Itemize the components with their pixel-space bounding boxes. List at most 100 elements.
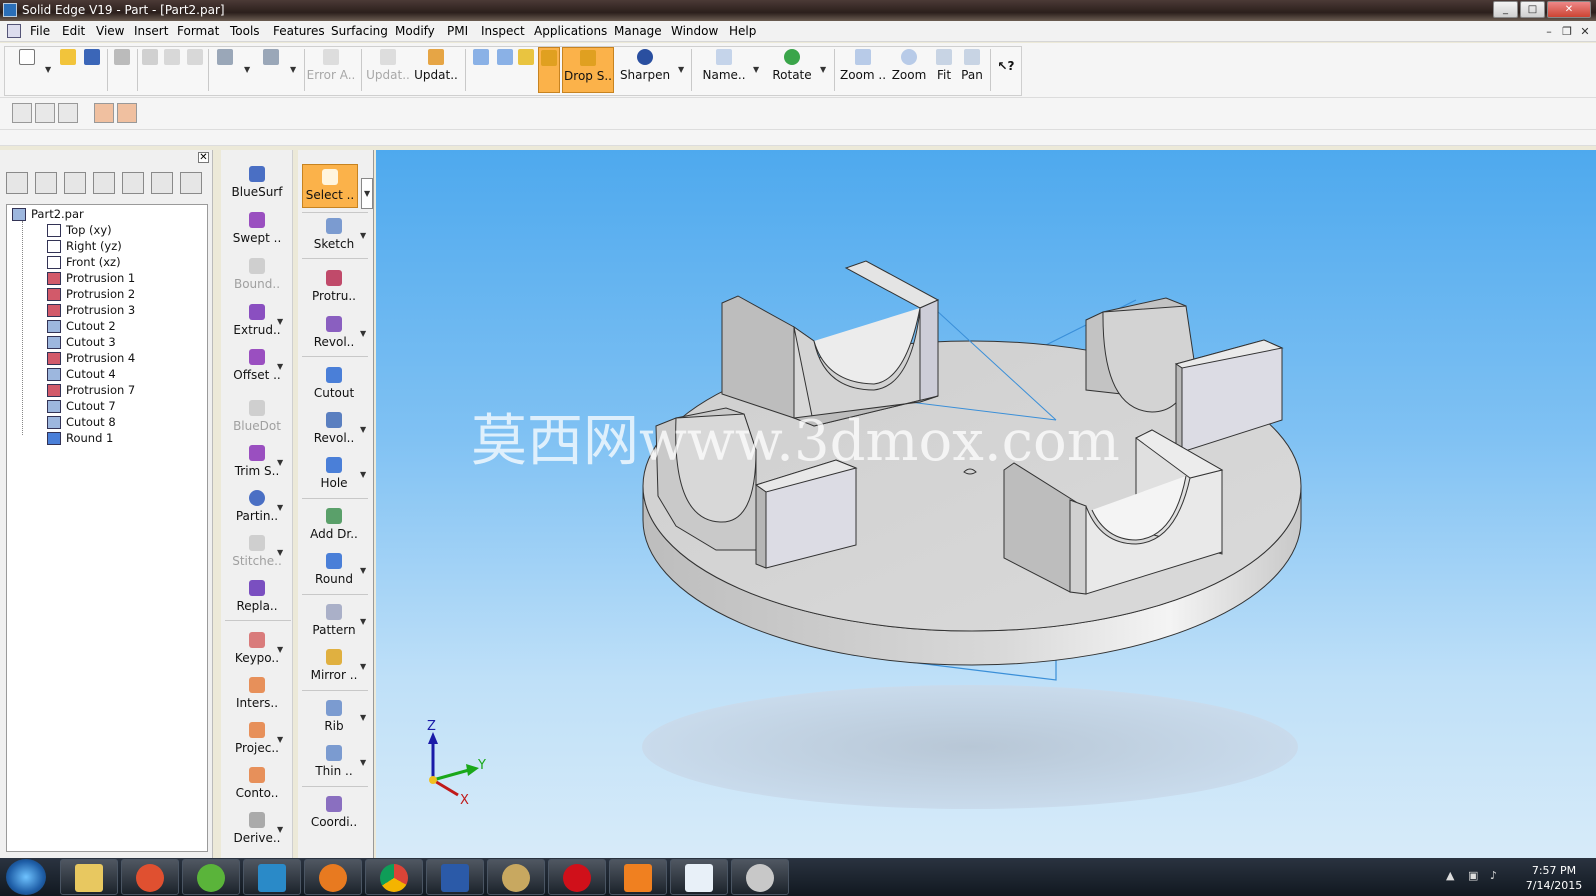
- named-views-button[interactable]: Name..: [700, 47, 748, 93]
- taskbar-vlc[interactable]: [609, 859, 667, 895]
- revolved-protrusion-button[interactable]: Revol..: [302, 316, 366, 349]
- select-tool-button[interactable]: Select ..: [302, 164, 358, 208]
- taskbar-firefox[interactable]: [304, 859, 362, 895]
- project-dropdown-icon[interactable]: ▼: [277, 735, 283, 744]
- taskbar-explorer[interactable]: [60, 859, 118, 895]
- network-icon[interactable]: ▣: [1468, 869, 1482, 883]
- offset-dropdown-icon[interactable]: ▼: [277, 362, 283, 371]
- menu-applications[interactable]: Applications: [534, 24, 607, 38]
- parting-dropdown-icon[interactable]: ▼: [277, 503, 283, 512]
- taskbar-chrome[interactable]: [365, 859, 423, 895]
- fit-button[interactable]: Fit: [930, 47, 958, 93]
- keypoint-dropdown-icon[interactable]: ▼: [277, 645, 283, 654]
- sharpen-dropdown-icon[interactable]: ▼: [678, 65, 684, 74]
- extruded-dropdown-icon[interactable]: ▼: [277, 317, 283, 326]
- close-button[interactable]: ✕: [1547, 1, 1591, 18]
- menu-insert[interactable]: Insert: [134, 24, 168, 38]
- mirror-dropdown-icon[interactable]: ▼: [360, 662, 366, 671]
- view-style-3-button[interactable]: [516, 47, 536, 93]
- menu-help[interactable]: Help: [729, 24, 756, 38]
- pan-button[interactable]: Pan: [958, 47, 986, 93]
- taskbar-solid-edge[interactable]: [243, 859, 301, 895]
- new-button[interactable]: [14, 47, 40, 93]
- minimize-button[interactable]: _: [1493, 1, 1518, 18]
- taskbar-app-2[interactable]: [121, 859, 179, 895]
- tab-feature-pathfinder[interactable]: [6, 172, 28, 194]
- bounded-button[interactable]: Bound..: [225, 258, 289, 291]
- stitched-dropdown-icon[interactable]: ▼: [277, 548, 283, 557]
- taskbar-mail[interactable]: [670, 859, 728, 895]
- menu-window[interactable]: Window: [671, 24, 718, 38]
- mirror-button[interactable]: Mirror ..: [302, 649, 366, 682]
- thin-wall-dropdown-icon[interactable]: ▼: [360, 758, 366, 767]
- replace-face-button[interactable]: Repla..: [225, 580, 289, 613]
- menu-features[interactable]: Features: [273, 24, 325, 38]
- protrusion-button[interactable]: Protru..: [302, 270, 366, 303]
- copy-button[interactable]: [162, 47, 182, 93]
- rotate-dropdown-icon[interactable]: ▼: [820, 65, 826, 74]
- coordinate-system-button[interactable]: Coordi..: [302, 796, 366, 829]
- volume-icon[interactable]: ♪: [1490, 869, 1504, 883]
- revolved-cutout-dropdown-icon[interactable]: ▼: [360, 425, 366, 434]
- maximize-button[interactable]: □: [1520, 1, 1545, 18]
- sketch-button[interactable]: Sketch: [302, 218, 366, 251]
- thin-wall-button[interactable]: Thin ..: [302, 745, 366, 778]
- zoom-button[interactable]: Zoom: [888, 47, 930, 93]
- revolved-cutout-button[interactable]: Revol..: [302, 412, 366, 445]
- new-dropdown-icon[interactable]: ▼: [45, 65, 51, 74]
- layers-icon[interactable]: [58, 103, 78, 123]
- select-dropdown-icon[interactable]: ▼: [361, 178, 374, 209]
- taskbar-word[interactable]: [426, 859, 484, 895]
- tab-feature-library[interactable]: [151, 172, 173, 194]
- tab-properties[interactable]: [180, 172, 202, 194]
- hole-dropdown-icon[interactable]: ▼: [360, 470, 366, 479]
- taskbar-app-8[interactable]: [487, 859, 545, 895]
- menu-tools[interactable]: Tools: [230, 24, 260, 38]
- sharpen-button[interactable]: Sharpen: [618, 47, 672, 93]
- graphics-viewport[interactable]: 莫西网www.3dmox.com Z Y X: [376, 150, 1596, 858]
- rotate-button[interactable]: Rotate: [768, 47, 816, 93]
- menu-format[interactable]: Format: [177, 24, 219, 38]
- quickpick-icon[interactable]: [117, 103, 137, 123]
- hole-button[interactable]: Hole: [302, 457, 366, 490]
- doc-restore-button[interactable]: ❐: [1560, 25, 1574, 39]
- add-draft-button[interactable]: Add Dr..: [302, 508, 366, 541]
- start-button[interactable]: [6, 859, 46, 895]
- system-clock[interactable]: 7:57 PM 7/14/2015: [1518, 863, 1590, 893]
- menu-inspect[interactable]: Inspect: [481, 24, 525, 38]
- sketch-dropdown-icon[interactable]: ▼: [360, 231, 366, 240]
- rib-dropdown-icon[interactable]: ▼: [360, 713, 366, 722]
- trim-dropdown-icon[interactable]: ▼: [277, 458, 283, 467]
- menu-modify[interactable]: Modify: [395, 24, 435, 38]
- open-button[interactable]: [56, 47, 80, 93]
- help-pointer-button[interactable]: ↖?: [994, 47, 1018, 93]
- show-hidden-icons[interactable]: ▲: [1446, 869, 1460, 883]
- taskbar-utorrent[interactable]: [182, 859, 240, 895]
- select-tools-icon[interactable]: [94, 103, 114, 123]
- update-all-button[interactable]: Updat..: [414, 47, 458, 93]
- menu-file[interactable]: File: [30, 24, 50, 38]
- undo-button[interactable]: [214, 47, 236, 93]
- menu-view[interactable]: View: [96, 24, 124, 38]
- tab-layers[interactable]: [35, 172, 57, 194]
- view-style-2-button[interactable]: [494, 47, 516, 93]
- redo-dropdown-icon[interactable]: ▼: [290, 65, 296, 74]
- menu-surfacing[interactable]: Surfacing: [331, 24, 388, 38]
- menu-pmi[interactable]: PMI: [447, 24, 468, 38]
- shaded-edges-button[interactable]: [538, 47, 560, 93]
- pattern-button[interactable]: Pattern: [302, 604, 366, 637]
- menu-edit[interactable]: Edit: [62, 24, 85, 38]
- sketch-view-icon[interactable]: [35, 103, 55, 123]
- document-icon[interactable]: [7, 24, 21, 38]
- derived-dropdown-icon[interactable]: ▼: [277, 825, 283, 834]
- cutout-button[interactable]: Cutout: [302, 367, 366, 400]
- drop-shadow-button[interactable]: Drop S..: [562, 47, 614, 93]
- bluesurf-button[interactable]: BlueSurf: [225, 166, 289, 199]
- print-button[interactable]: [110, 47, 134, 93]
- pathfinder-toggle-icon[interactable]: [12, 103, 32, 123]
- taskbar-paint[interactable]: [731, 859, 789, 895]
- bluedot-button[interactable]: BlueDot: [225, 400, 289, 433]
- save-button[interactable]: [80, 47, 104, 93]
- doc-close-button[interactable]: ✕: [1578, 25, 1592, 39]
- doc-minimize-button[interactable]: –: [1542, 25, 1556, 39]
